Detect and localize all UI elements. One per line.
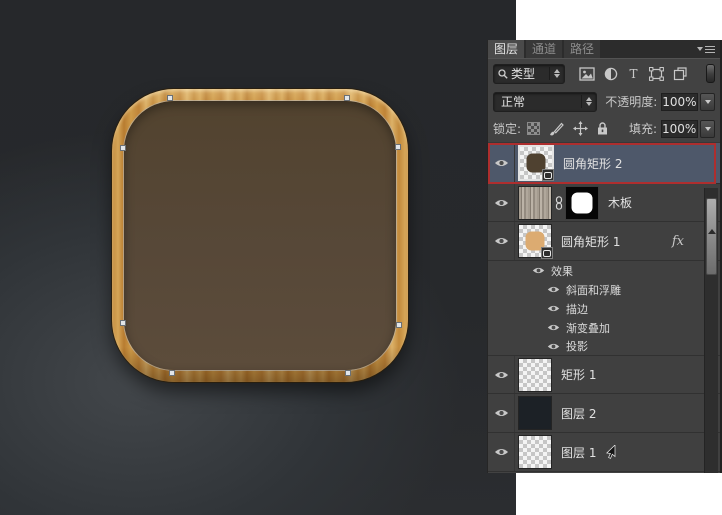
blend-mode-row: 正常 不透明度: 100% (488, 88, 720, 115)
visibility-eye-icon[interactable] (547, 304, 560, 313)
effects-header-row[interactable]: 效果 (488, 261, 720, 280)
visibility-eye-icon[interactable] (488, 433, 515, 471)
shape-layer-badge-icon (541, 247, 553, 259)
effect-row-bevel-emboss[interactable]: 斜面和浮雕 (488, 280, 720, 299)
svg-text:T: T (629, 67, 637, 80)
document-canvas[interactable] (0, 0, 516, 515)
lock-all-icon[interactable] (597, 122, 608, 135)
combo-spinner (549, 67, 562, 80)
wood-frame-shape[interactable] (112, 89, 408, 382)
mask-link-icon[interactable] (552, 195, 565, 210)
visibility-eye-icon[interactable] (547, 285, 560, 294)
layer-thumbnail[interactable] (518, 224, 553, 259)
visibility-eye-icon[interactable] (488, 356, 515, 393)
path-anchor[interactable] (396, 322, 402, 328)
panel-tab-bar: 图层 通道 路径 (488, 40, 720, 58)
layer-row-rounded-rect-2[interactable]: 圆角矩形 2 (488, 143, 720, 184)
scrollbar-thumb[interactable] (706, 198, 717, 275)
fill-value[interactable]: 100% (661, 119, 698, 138)
layer-name: 图层 1 (561, 445, 597, 460)
filter-adjustment-layers-icon[interactable] (604, 67, 618, 81)
path-anchor[interactable] (120, 320, 126, 326)
lock-image-pixels-icon[interactable] (549, 122, 564, 136)
search-icon (498, 68, 508, 79)
layers-panel: 图层 通道 路径 类型 T 正常 不透明度: 100% 锁定: 填充: 100%… (487, 40, 722, 473)
path-anchor[interactable] (120, 145, 126, 151)
visibility-eye-icon[interactable] (488, 394, 515, 432)
tab-paths[interactable]: 路径 (564, 40, 601, 58)
visibility-eye-icon[interactable] (488, 222, 515, 260)
fill-dropdown-button[interactable] (700, 119, 715, 138)
fill-label: 填充: (628, 122, 657, 136)
rounded-rectangle-2-shape[interactable] (124, 101, 396, 370)
blend-mode-combo[interactable]: 正常 (493, 91, 598, 112)
effect-row-stroke[interactable]: 描边 (488, 299, 720, 318)
mouse-cursor-icon (606, 445, 616, 459)
tab-channels[interactable]: 通道 (526, 40, 563, 58)
visibility-eye-icon[interactable] (547, 342, 560, 351)
layer-list: 圆角矩形 2 木板 圆角矩形 1 fx 效果 斜面和浮雕 描边 渐变叠加 投影 … (488, 143, 720, 472)
layer-effects-fx-badge[interactable]: fx (672, 234, 684, 249)
layer-thumbnail[interactable] (518, 396, 552, 430)
layer-name: 圆角矩形 1 (561, 234, 621, 249)
path-anchor[interactable] (344, 95, 350, 101)
layer-thumbnail[interactable] (518, 185, 552, 220)
layer-name: 图层 2 (561, 406, 597, 421)
effect-row-drop-shadow[interactable]: 投影 (488, 337, 720, 356)
shape-layer-badge-icon (542, 169, 554, 181)
layer-filter-row: 类型 T (488, 58, 720, 88)
layer-row-layer-1[interactable]: 图层 1 (488, 433, 720, 472)
opacity-dropdown-button[interactable] (700, 92, 715, 111)
layer-name: 圆角矩形 2 (563, 156, 623, 171)
effect-label: 渐变叠加 (566, 321, 610, 335)
filter-shape-layers-icon[interactable] (649, 66, 664, 81)
path-anchor[interactable] (345, 370, 351, 376)
panel-scrollbar[interactable] (704, 188, 718, 473)
layer-row-wood[interactable]: 木板 (488, 184, 720, 222)
filter-type-combo[interactable]: 类型 (493, 63, 565, 84)
effect-label: 斜面和浮雕 (566, 283, 621, 297)
layer-thumbnail[interactable] (518, 357, 552, 392)
lock-label: 锁定: (493, 122, 522, 136)
effect-label: 投影 (566, 340, 588, 353)
effect-row-gradient-overlay[interactable]: 渐变叠加 (488, 318, 720, 337)
opacity-value[interactable]: 100% (661, 92, 699, 111)
path-anchor[interactable] (167, 95, 173, 101)
lock-position-icon[interactable] (573, 121, 589, 136)
tab-layers[interactable]: 图层 (488, 40, 525, 58)
layer-name: 矩形 1 (561, 368, 597, 382)
filter-pixel-layers-icon[interactable] (579, 66, 595, 81)
layer-mask-thumbnail[interactable] (565, 185, 599, 220)
blend-mode-value: 正常 (501, 95, 526, 109)
effect-label: 描边 (566, 302, 588, 316)
layer-row-rounded-rect-1[interactable]: 圆角矩形 1 fx (488, 222, 720, 261)
layer-row-layer-2[interactable]: 图层 2 (488, 394, 720, 433)
layer-thumbnail[interactable] (518, 435, 552, 469)
path-anchor[interactable] (395, 144, 401, 150)
path-anchor[interactable] (169, 370, 175, 376)
filter-type-layers-icon[interactable]: T (627, 67, 640, 80)
combo-spinner (581, 95, 594, 108)
visibility-eye-icon[interactable] (488, 184, 515, 221)
lock-transparent-pixels-icon[interactable] (527, 122, 541, 135)
opacity-label: 不透明度: (605, 95, 658, 109)
filter-type-label: 类型 (511, 67, 536, 81)
layer-row-rect-1[interactable]: 矩形 1 (488, 356, 720, 394)
lock-row: 锁定: 填充: 100% (488, 115, 720, 143)
filter-smart-objects-icon[interactable] (673, 66, 687, 81)
layer-thumbnail[interactable] (518, 145, 554, 181)
layer-name: 木板 (608, 196, 633, 210)
panel-menu-icon[interactable] (697, 40, 720, 58)
effects-header-label: 效果 (551, 264, 573, 278)
visibility-eye-icon[interactable] (532, 266, 545, 275)
layer-filtering-toggle[interactable] (706, 64, 715, 83)
visibility-eye-icon[interactable] (488, 143, 515, 183)
visibility-eye-icon[interactable] (547, 323, 560, 332)
